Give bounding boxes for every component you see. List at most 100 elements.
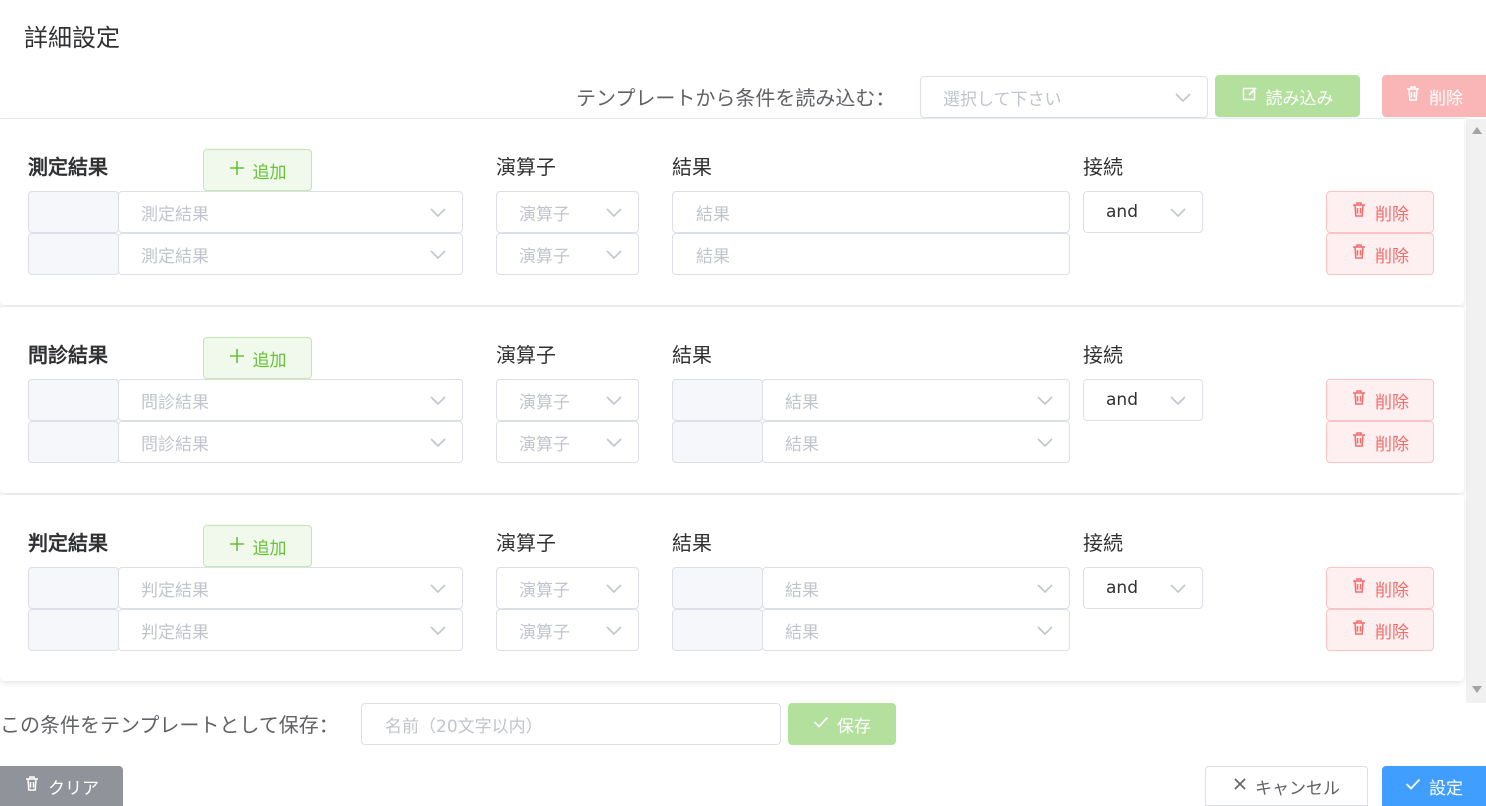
confirm-button[interactable]: 設定 bbox=[1382, 766, 1486, 806]
chevron-down-icon bbox=[604, 205, 624, 219]
connect-select-value: and bbox=[1106, 578, 1138, 598]
close-icon bbox=[1233, 776, 1247, 796]
operator-select[interactable]: 演算子 bbox=[496, 379, 639, 421]
add-condition-button[interactable]: 追加 bbox=[203, 525, 312, 567]
connect-header: 接続 bbox=[1083, 531, 1123, 555]
item-select[interactable]: 測定結果 bbox=[118, 233, 463, 275]
add-condition-button-label: 追加 bbox=[252, 350, 287, 371]
result-select[interactable]: 結果 bbox=[762, 379, 1070, 421]
result-select[interactable]: 結果 bbox=[762, 567, 1070, 609]
chevron-down-icon bbox=[604, 623, 624, 637]
delete-row-button-label: 削除 bbox=[1375, 580, 1409, 601]
chevron-down-icon bbox=[428, 393, 448, 407]
clear-button[interactable]: クリア bbox=[0, 766, 123, 806]
result-select[interactable]: 結果 bbox=[762, 609, 1070, 651]
delete-row-button[interactable]: 削除 bbox=[1326, 567, 1434, 609]
result-header: 結果 bbox=[672, 531, 712, 555]
template-name-placeholder: 名前（20文字以内） bbox=[385, 716, 543, 737]
chevron-down-icon bbox=[1035, 393, 1055, 407]
connect-select[interactable]: and bbox=[1083, 191, 1203, 233]
delete-row-button[interactable]: 削除 bbox=[1326, 421, 1434, 463]
section-title: 判定結果 bbox=[28, 531, 108, 555]
item-select[interactable]: 測定結果 bbox=[118, 191, 463, 233]
delete-template-button[interactable]: 削除 bbox=[1382, 75, 1486, 117]
connect-select-value: and bbox=[1106, 390, 1138, 410]
check-icon bbox=[813, 714, 829, 734]
chevron-down-icon bbox=[1035, 623, 1055, 637]
trash-icon bbox=[1405, 85, 1421, 107]
trash-icon bbox=[1351, 201, 1367, 223]
delete-template-button-label: 削除 bbox=[1429, 88, 1463, 109]
operator-select-placeholder: 演算子 bbox=[519, 434, 570, 455]
trash-icon bbox=[1351, 431, 1367, 453]
add-condition-button[interactable]: 追加 bbox=[203, 149, 312, 191]
delete-row-button[interactable]: 削除 bbox=[1326, 609, 1434, 651]
operator-select[interactable]: 演算子 bbox=[496, 609, 639, 651]
section-title: 測定結果 bbox=[28, 155, 108, 179]
delete-row-button[interactable]: 削除 bbox=[1326, 379, 1434, 421]
item-select-placeholder: 測定結果 bbox=[141, 246, 209, 267]
item-select[interactable]: 判定結果 bbox=[118, 609, 463, 651]
item-select[interactable]: 問診結果 bbox=[118, 379, 463, 421]
section-title: 問診結果 bbox=[28, 343, 108, 367]
connect-header: 接続 bbox=[1083, 343, 1123, 367]
chevron-down-icon bbox=[604, 393, 624, 407]
add-condition-button[interactable]: 追加 bbox=[203, 337, 312, 379]
delete-row-button-label: 削除 bbox=[1375, 246, 1409, 267]
load-template-button-label: 読み込み bbox=[1265, 88, 1334, 109]
result-prefix-box[interactable] bbox=[672, 609, 763, 651]
result-select[interactable]: 結果 bbox=[762, 421, 1070, 463]
delete-row-button[interactable]: 削除 bbox=[1326, 191, 1434, 233]
plus-icon bbox=[229, 160, 245, 181]
row-prefix-box[interactable] bbox=[28, 609, 119, 651]
chevron-down-icon bbox=[428, 205, 448, 219]
operator-header: 演算子 bbox=[496, 343, 556, 367]
cancel-button[interactable]: キャンセル bbox=[1205, 766, 1368, 806]
save-template-button[interactable]: 保存 bbox=[788, 703, 896, 745]
item-select[interactable]: 判定結果 bbox=[118, 567, 463, 609]
row-prefix-box[interactable] bbox=[28, 567, 119, 609]
template-load-label: テンプレートから条件を読み込む： bbox=[576, 86, 896, 110]
result-prefix-box[interactable] bbox=[672, 421, 763, 463]
operator-select[interactable]: 演算子 bbox=[496, 567, 639, 609]
operator-select-placeholder: 演算子 bbox=[519, 246, 570, 267]
add-condition-button-label: 追加 bbox=[252, 538, 287, 559]
template-select[interactable]: 選択して下さい bbox=[920, 76, 1208, 118]
chevron-down-icon bbox=[604, 247, 624, 261]
template-save-label: この条件をテンプレートとして保存： bbox=[0, 713, 339, 737]
scroll-up-arrow-icon[interactable] bbox=[1472, 127, 1482, 134]
chevron-down-icon bbox=[604, 581, 624, 595]
item-select[interactable]: 問診結果 bbox=[118, 421, 463, 463]
row-prefix-box[interactable] bbox=[28, 379, 119, 421]
result-select-placeholder: 結果 bbox=[785, 392, 819, 413]
trash-icon bbox=[1351, 389, 1367, 411]
load-template-button[interactable]: 読み込み bbox=[1215, 75, 1360, 117]
connect-select[interactable]: and bbox=[1083, 379, 1203, 421]
check-icon bbox=[1405, 776, 1421, 796]
condition-section-measurement: 測定結果 追加 演算子 結果 接続 測定結果 演算子 結果 and 削除 測定結… bbox=[0, 119, 1464, 305]
operator-header: 演算子 bbox=[496, 531, 556, 555]
scrollbar[interactable] bbox=[1466, 119, 1486, 703]
delete-row-button-label: 削除 bbox=[1375, 204, 1409, 225]
row-prefix-box[interactable] bbox=[28, 191, 119, 233]
operator-select[interactable]: 演算子 bbox=[496, 233, 639, 275]
trash-icon bbox=[1351, 619, 1367, 641]
template-name-input[interactable]: 名前（20文字以内） bbox=[361, 703, 781, 745]
delete-row-button[interactable]: 削除 bbox=[1326, 233, 1434, 275]
result-prefix-box[interactable] bbox=[672, 379, 763, 421]
chevron-down-icon bbox=[1168, 581, 1188, 595]
operator-select[interactable]: 演算子 bbox=[496, 421, 639, 463]
scroll-down-arrow-icon[interactable] bbox=[1472, 686, 1482, 693]
edit-icon bbox=[1242, 86, 1258, 107]
row-prefix-box[interactable] bbox=[28, 421, 119, 463]
chevron-down-icon bbox=[428, 581, 448, 595]
delete-row-button-label: 削除 bbox=[1375, 622, 1409, 643]
connect-select[interactable]: and bbox=[1083, 567, 1203, 609]
delete-row-button-label: 削除 bbox=[1375, 434, 1409, 455]
item-select-placeholder: 判定結果 bbox=[141, 580, 209, 601]
result-prefix-box[interactable] bbox=[672, 567, 763, 609]
row-prefix-box[interactable] bbox=[28, 233, 119, 275]
operator-select[interactable]: 演算子 bbox=[496, 191, 639, 233]
result-input[interactable]: 結果 bbox=[672, 233, 1070, 275]
result-input[interactable]: 結果 bbox=[672, 191, 1070, 233]
